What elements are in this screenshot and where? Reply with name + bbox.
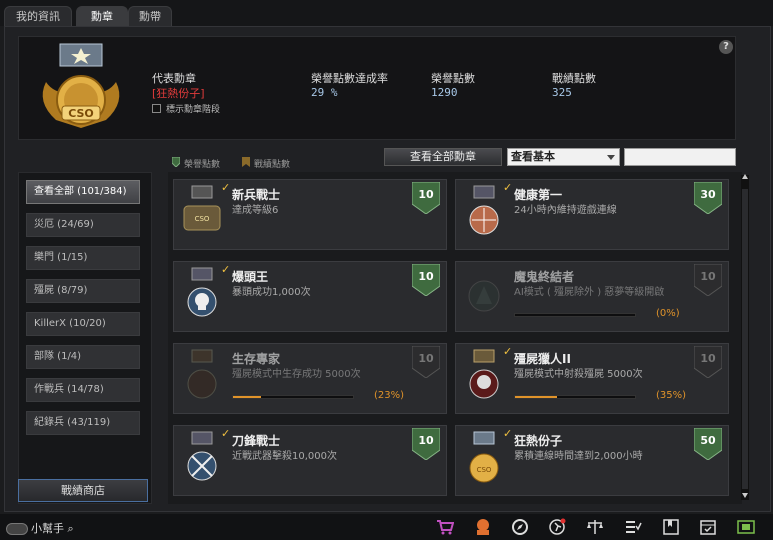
- completed-check-icon: ✓: [503, 427, 513, 440]
- svg-text:CSO: CSO: [68, 107, 94, 120]
- zombie-skull-medal-icon: [469, 349, 499, 399]
- film-icon[interactable]: [737, 518, 755, 536]
- crosshair-medal-icon: [469, 185, 499, 235]
- medal-card[interactable]: CSO ✓ 新兵戰士 達成等級6 10: [173, 179, 447, 250]
- tab-ribbons[interactable]: 勳帶: [128, 6, 172, 26]
- medal-card[interactable]: ✓ 刀鋒戰士 近戰武器擊殺10,000次 10: [173, 425, 447, 496]
- helper-toggle[interactable]: 小幫手 ⌕: [6, 520, 74, 536]
- points-badge: 10: [411, 263, 441, 297]
- medal-desc: 達成等級6: [232, 205, 279, 216]
- survival-medal-icon: [187, 349, 217, 399]
- representative-label: 代表勳章: [152, 72, 196, 85]
- helper-label: 小幫手: [31, 522, 64, 535]
- battle-points-value: 325: [552, 86, 572, 99]
- cso-gold-emblem-icon: CSO: [42, 43, 120, 128]
- points-badge: 10: [693, 345, 723, 379]
- battle-points-label: 戰績點數: [552, 72, 596, 85]
- representative-value: [狂熱份子]: [152, 87, 205, 100]
- bottom-bar: [0, 514, 773, 540]
- runner-icon[interactable]: [548, 518, 566, 536]
- view-all-medals-button[interactable]: 查看全部勳章: [384, 148, 502, 166]
- search-input[interactable]: [624, 148, 736, 166]
- medal-desc: 近戰武器擊殺10,000次: [232, 451, 337, 462]
- blade-medal-icon: [187, 431, 217, 481]
- progress-percent: (35%): [656, 390, 687, 401]
- medal-scrollbar[interactable]: [741, 175, 749, 500]
- honor-points-value: 1290: [431, 86, 458, 99]
- view-mode-select[interactable]: 查看基本: [507, 148, 620, 166]
- view-mode-value: 查看基本: [511, 150, 555, 163]
- medal-desc: AI模式 ( 殭屍除外 ) 惡夢等級開啟: [514, 287, 665, 298]
- points-badge: 10: [411, 181, 441, 215]
- battle-shop-button[interactable]: 戰績商店: [18, 479, 148, 502]
- checklist-icon[interactable]: [624, 518, 642, 536]
- medal-card[interactable]: ✓ 爆頭王 暴頭成功1,000次 10: [173, 261, 447, 332]
- bookmark-box-icon[interactable]: [662, 518, 680, 536]
- medal-card[interactable]: 生存專家 殭屍模式中生存成功 5000次 10 (23%): [173, 343, 447, 414]
- medal-desc: 殭屍模式中生存成功 5000次: [232, 369, 361, 380]
- legend-battle: 戰績點數: [254, 160, 291, 170]
- points-badge: 50: [693, 427, 723, 461]
- character-icon[interactable]: [474, 518, 492, 536]
- honor-shield-icon: [172, 157, 180, 167]
- svg-text:CSO: CSO: [477, 466, 492, 474]
- battle-bookmark-icon: [242, 157, 250, 167]
- points-badge: 10: [693, 263, 723, 297]
- achievement-rate-label: 榮譽點數達成率: [311, 72, 388, 85]
- category-all[interactable]: 查看全部 (101/384): [26, 180, 140, 204]
- scroll-up-icon[interactable]: [742, 174, 748, 179]
- completed-check-icon: ✓: [221, 263, 231, 276]
- honor-points-label: 榮譽點數: [431, 72, 475, 85]
- show-rank-checkbox[interactable]: [152, 104, 161, 113]
- scales-icon[interactable]: [586, 518, 604, 536]
- show-rank-label: 標示勳章階段: [166, 105, 221, 115]
- demon-medal-icon: [468, 280, 500, 312]
- medal-desc: 殭屍模式中射殺殭屍 5000次: [514, 369, 643, 380]
- scroll-thumb[interactable]: [742, 189, 748, 489]
- tab-medals[interactable]: 勳章: [76, 6, 128, 26]
- help-icon[interactable]: ?: [719, 40, 733, 54]
- completed-check-icon: ✓: [503, 345, 513, 358]
- medal-card[interactable]: CSO ✓ 狂熱份子 累積連線時間達到2,000小時 50: [455, 425, 729, 496]
- category-paradise[interactable]: 樂門 (1/15): [26, 246, 140, 270]
- cso-wing-medal-icon: CSO: [469, 431, 499, 483]
- skull-medal-icon: [187, 267, 217, 317]
- achievement-rate-value: 29 %: [311, 86, 338, 99]
- medal-desc: 累積連線時間達到2,000小時: [514, 451, 643, 462]
- toggle-icon: [6, 523, 28, 535]
- scroll-down-icon[interactable]: [742, 493, 748, 498]
- category-calamity[interactable]: 災厄 (24/69): [26, 213, 140, 237]
- points-badge: 30: [693, 181, 723, 215]
- category-clan[interactable]: 部隊 (1/4): [26, 345, 140, 369]
- medal-desc: 24小時內維持遊戲連線: [514, 205, 617, 216]
- progress-percent: (0%): [656, 308, 680, 319]
- svg-text:CSO: CSO: [195, 215, 210, 223]
- medal-desc: 暴頭成功1,000次: [232, 287, 311, 298]
- progress-bar: [514, 313, 636, 317]
- category-record[interactable]: 紀錄兵 (43/119): [26, 411, 140, 435]
- legend-honor: 榮譽點數: [184, 160, 221, 170]
- medal-card[interactable]: ✓ 健康第一 24小時內維持遊戲連線 30: [455, 179, 729, 250]
- medal-card[interactable]: ✓ 殭屍獵人II 殭屍模式中射殺殭屍 5000次 10 (35%): [455, 343, 729, 414]
- completed-check-icon: ✓: [221, 427, 231, 440]
- tab-my-info[interactable]: 我的資訊: [4, 6, 72, 26]
- compass-icon[interactable]: [511, 518, 529, 536]
- calendar-check-icon[interactable]: [699, 518, 717, 536]
- search-icon: ⌕: [67, 522, 74, 535]
- progress-percent: (23%): [374, 390, 405, 401]
- completed-check-icon: ✓: [503, 181, 513, 194]
- medal-card[interactable]: 魔鬼終結者 AI模式 ( 殭屍除外 ) 惡夢等級開啟 10 (0%): [455, 261, 729, 332]
- chevron-down-icon: [607, 155, 615, 160]
- progress-bar: [514, 395, 636, 399]
- points-badge: 10: [411, 345, 441, 379]
- shop-cart-icon[interactable]: [436, 518, 454, 536]
- progress-bar: [232, 395, 354, 399]
- category-combat[interactable]: 作戰兵 (14/78): [26, 378, 140, 402]
- points-badge: 10: [411, 427, 441, 461]
- category-zombie[interactable]: 殭屍 (8/79): [26, 279, 140, 303]
- completed-check-icon: ✓: [221, 181, 231, 194]
- category-killerx[interactable]: KillerX (10/20): [26, 312, 140, 336]
- welcome-cso-medal-icon: CSO: [183, 185, 221, 231]
